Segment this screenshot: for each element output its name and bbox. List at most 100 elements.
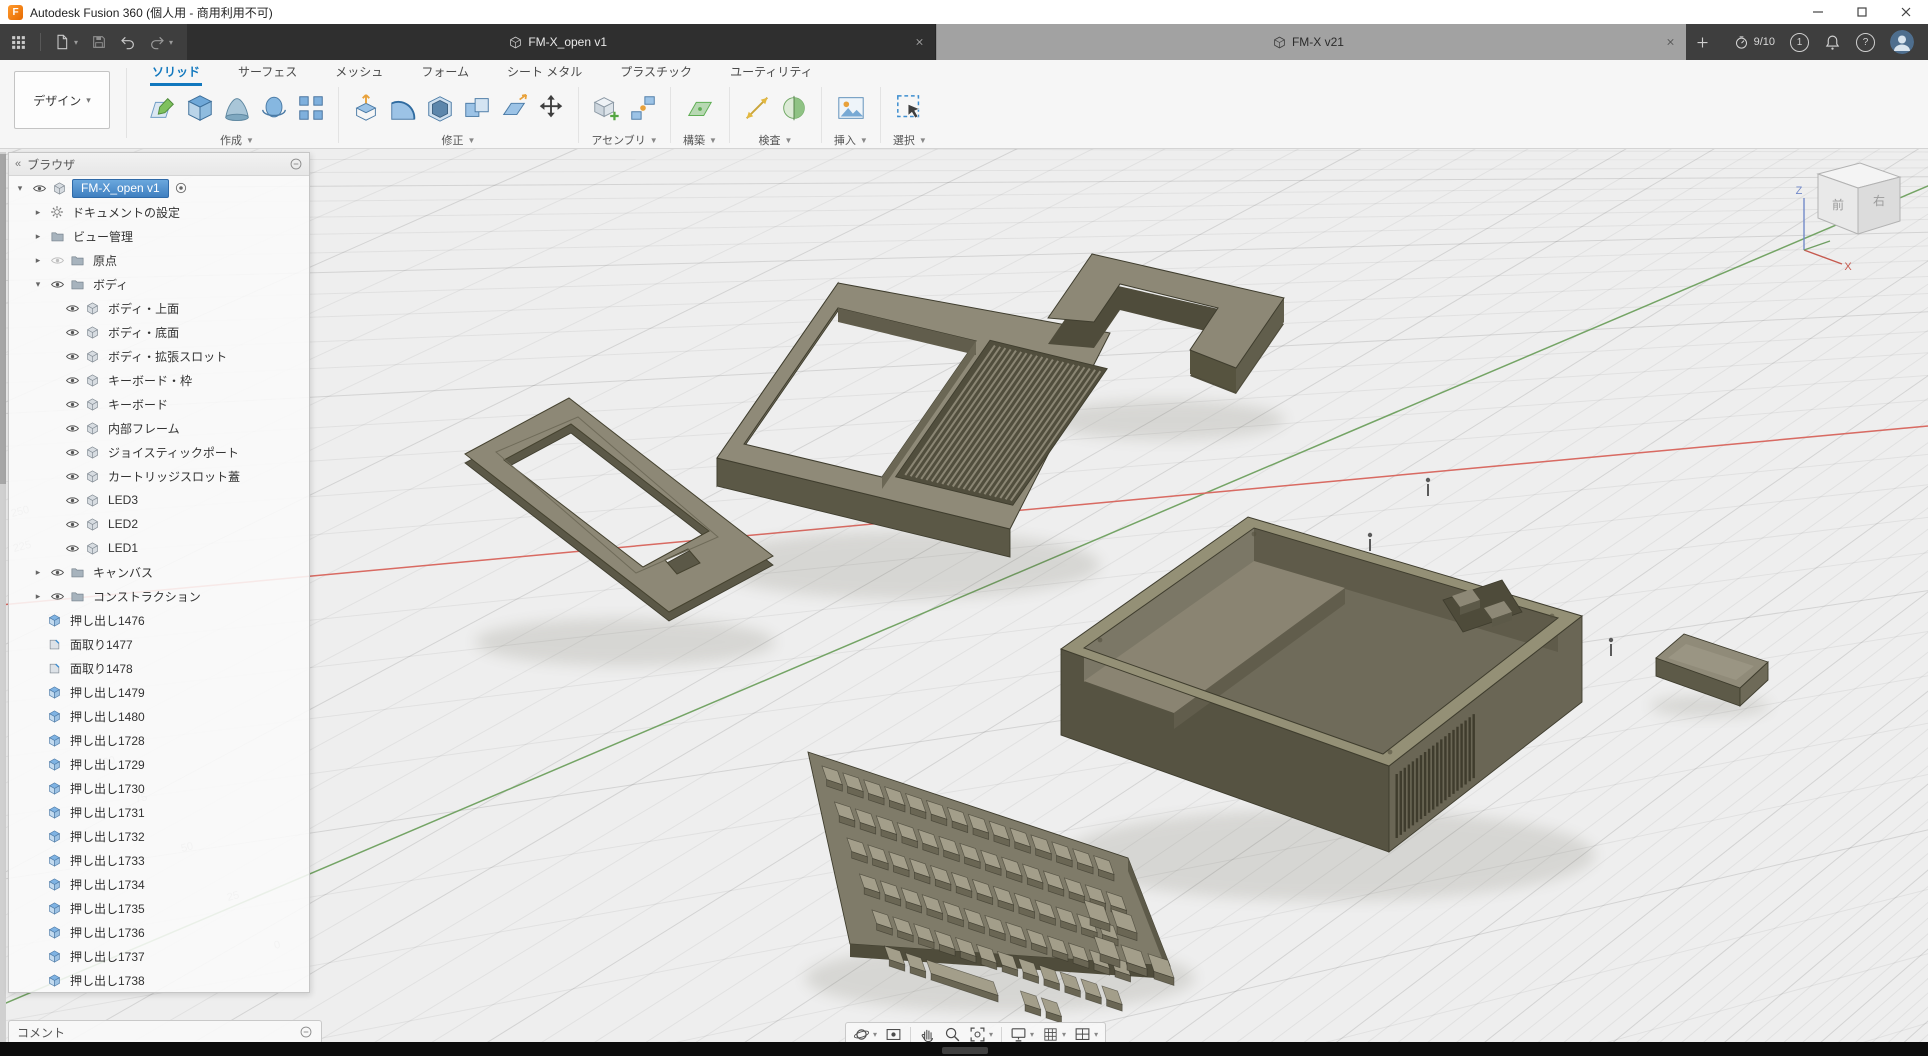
browser-item-label[interactable]: 押し出し1729 xyxy=(70,756,145,773)
browser-row-31[interactable]: 押し出し1736 xyxy=(9,920,309,944)
tool-plane-button[interactable] xyxy=(685,93,715,123)
browser-row-0[interactable]: ▾FM-X_open v1 xyxy=(9,176,309,200)
browser-item-label[interactable]: ビュー管理 xyxy=(73,228,133,245)
view-cube[interactable]: 前 右 xyxy=(1818,163,1900,234)
help-icon[interactable]: ? xyxy=(1856,33,1875,52)
browser-row-15[interactable]: LED1 xyxy=(9,536,309,560)
tab-close-button[interactable] xyxy=(1665,37,1676,48)
expand-closed-icon[interactable]: ▸ xyxy=(31,255,45,266)
browser-row-8[interactable]: キーボード・枠 xyxy=(9,368,309,392)
browser-item-label[interactable]: 押し出し1730 xyxy=(70,780,145,797)
visibility-eye-icon[interactable] xyxy=(65,421,80,436)
browser-row-14[interactable]: LED2 xyxy=(9,512,309,536)
browser-row-24[interactable]: 押し出し1729 xyxy=(9,752,309,776)
browser-item-label[interactable]: 押し出し1738 xyxy=(70,972,145,989)
browser-item-label[interactable]: LED2 xyxy=(108,517,138,531)
ribbon-group-label[interactable]: 構築▼ xyxy=(683,132,717,148)
browser-row-4[interactable]: ▾ ボディ xyxy=(9,272,309,296)
browser-row-6[interactable]: ボディ・底面 xyxy=(9,320,309,344)
browser-item-label[interactable]: 押し出し1735 xyxy=(70,900,145,917)
nav-viewports-button[interactable] xyxy=(1074,1026,1091,1043)
browser-item-label[interactable]: 押し出し1732 xyxy=(70,828,145,845)
browser-item-label[interactable]: 押し出し1728 xyxy=(70,732,145,749)
browser-item-label[interactable]: ボディ xyxy=(93,276,128,293)
tool-measure-button[interactable] xyxy=(742,93,772,123)
browser-row-25[interactable]: 押し出し1730 xyxy=(9,776,309,800)
save-button[interactable] xyxy=(91,34,107,50)
expand-closed-icon[interactable]: ▸ xyxy=(31,231,45,242)
left-scrollbar[interactable] xyxy=(0,152,6,1042)
browser-item-label[interactable]: ボディ・拡張スロット xyxy=(108,348,227,365)
nav-zoom-button[interactable] xyxy=(944,1026,961,1043)
nav-display-button[interactable] xyxy=(1010,1026,1027,1043)
browser-row-21[interactable]: 押し出し1479 xyxy=(9,680,309,704)
nav-gridset-button[interactable] xyxy=(1042,1026,1059,1043)
ribbon-tab-3[interactable]: フォーム xyxy=(419,60,471,86)
visibility-eye-icon[interactable] xyxy=(65,445,80,460)
visibility-eye-icon[interactable] xyxy=(65,349,80,364)
tool-select-button[interactable] xyxy=(895,93,925,123)
browser-item-label[interactable]: 押し出し1731 xyxy=(70,804,145,821)
ribbon-group-label[interactable]: アセンブリ▼ xyxy=(591,132,657,148)
browser-row-19[interactable]: 面取り1477 xyxy=(9,632,309,656)
browser-item-label[interactable]: ドキュメントの設定 xyxy=(72,204,180,221)
visibility-eye-icon[interactable] xyxy=(65,493,80,508)
tool-combine-button[interactable] xyxy=(462,93,492,123)
workspace-selector[interactable]: デザイン ▾ xyxy=(14,71,110,129)
tool-sketch-button[interactable] xyxy=(148,93,178,123)
browser-row-28[interactable]: 押し出し1733 xyxy=(9,848,309,872)
tab-close-button[interactable] xyxy=(914,37,925,48)
browser-row-11[interactable]: ジョイスティックポート xyxy=(9,440,309,464)
visibility-eye-icon[interactable] xyxy=(65,373,80,388)
minimize-button[interactable] xyxy=(1796,0,1840,24)
tool-offsetface-button[interactable] xyxy=(499,93,529,123)
undo-button[interactable] xyxy=(120,34,136,50)
browser-row-9[interactable]: キーボード xyxy=(9,392,309,416)
scrollbar-thumb[interactable] xyxy=(0,154,6,484)
browser-row-18[interactable]: 押し出し1476 xyxy=(9,608,309,632)
browser-item-label[interactable]: 原点 xyxy=(93,252,117,269)
visibility-eye-icon[interactable] xyxy=(65,325,80,340)
visibility-eye-icon[interactable] xyxy=(65,301,80,316)
browser-item-label[interactable]: キーボード xyxy=(108,396,168,413)
browser-item-label[interactable]: 押し出し1480 xyxy=(70,708,145,725)
root-component-label[interactable]: FM-X_open v1 xyxy=(72,179,169,198)
comment-bar[interactable]: コメント xyxy=(8,1020,322,1044)
tool-move-button[interactable] xyxy=(536,93,566,123)
browser-row-32[interactable]: 押し出し1737 xyxy=(9,944,309,968)
browser-item-label[interactable]: LED1 xyxy=(108,541,138,555)
browser-row-30[interactable]: 押し出し1735 xyxy=(9,896,309,920)
browser-item-label[interactable]: 押し出し1734 xyxy=(70,876,145,893)
visibility-eye-icon[interactable] xyxy=(65,517,80,532)
tool-shell-button[interactable] xyxy=(425,93,455,123)
tool-box-button[interactable] xyxy=(185,93,215,123)
tool-section-button[interactable] xyxy=(779,93,809,123)
browser-item-label[interactable]: キャンバス xyxy=(93,564,153,581)
ribbon-tab-1[interactable]: サーフェス xyxy=(236,60,299,86)
visibility-eye-icon[interactable] xyxy=(50,277,65,292)
tool-fillet-button[interactable] xyxy=(388,93,418,123)
browser-item-label[interactable]: ジョイスティックポート xyxy=(108,444,239,461)
visibility-eye-icon[interactable] xyxy=(65,397,80,412)
browser-row-2[interactable]: ▸ ビュー管理 xyxy=(9,224,309,248)
browser-item-label[interactable]: 押し出し1737 xyxy=(70,948,145,965)
browser-row-3[interactable]: ▸ 原点 xyxy=(9,248,309,272)
visibility-eye-icon[interactable] xyxy=(65,541,80,556)
browser-item-label[interactable]: 面取り1477 xyxy=(70,636,133,653)
redo-button[interactable] xyxy=(149,34,165,50)
expand-open-icon[interactable]: ▾ xyxy=(31,279,45,290)
visibility-eye-icon[interactable] xyxy=(50,565,65,580)
tool-joint-button[interactable] xyxy=(628,93,658,123)
ribbon-tab-4[interactable]: シート メタル xyxy=(505,60,584,86)
activate-component-radio[interactable] xyxy=(174,181,188,195)
notification-count-badge[interactable]: 1 xyxy=(1790,33,1809,52)
browser-row-10[interactable]: 内部フレーム xyxy=(9,416,309,440)
view-cube-widget[interactable]: 前 右 Z X xyxy=(1782,152,1922,274)
ribbon-tab-5[interactable]: プラスチック xyxy=(618,60,694,86)
browser-item-label[interactable]: 押し出し1476 xyxy=(70,612,145,629)
app-grid-menu-button[interactable] xyxy=(10,34,27,51)
nav-lookat-button[interactable] xyxy=(885,1026,902,1043)
expand-closed-icon[interactable]: ▸ xyxy=(31,591,45,602)
document-tab-0[interactable]: FM-X_open v1 xyxy=(187,24,936,60)
browser-item-label[interactable]: 押し出し1733 xyxy=(70,852,145,869)
